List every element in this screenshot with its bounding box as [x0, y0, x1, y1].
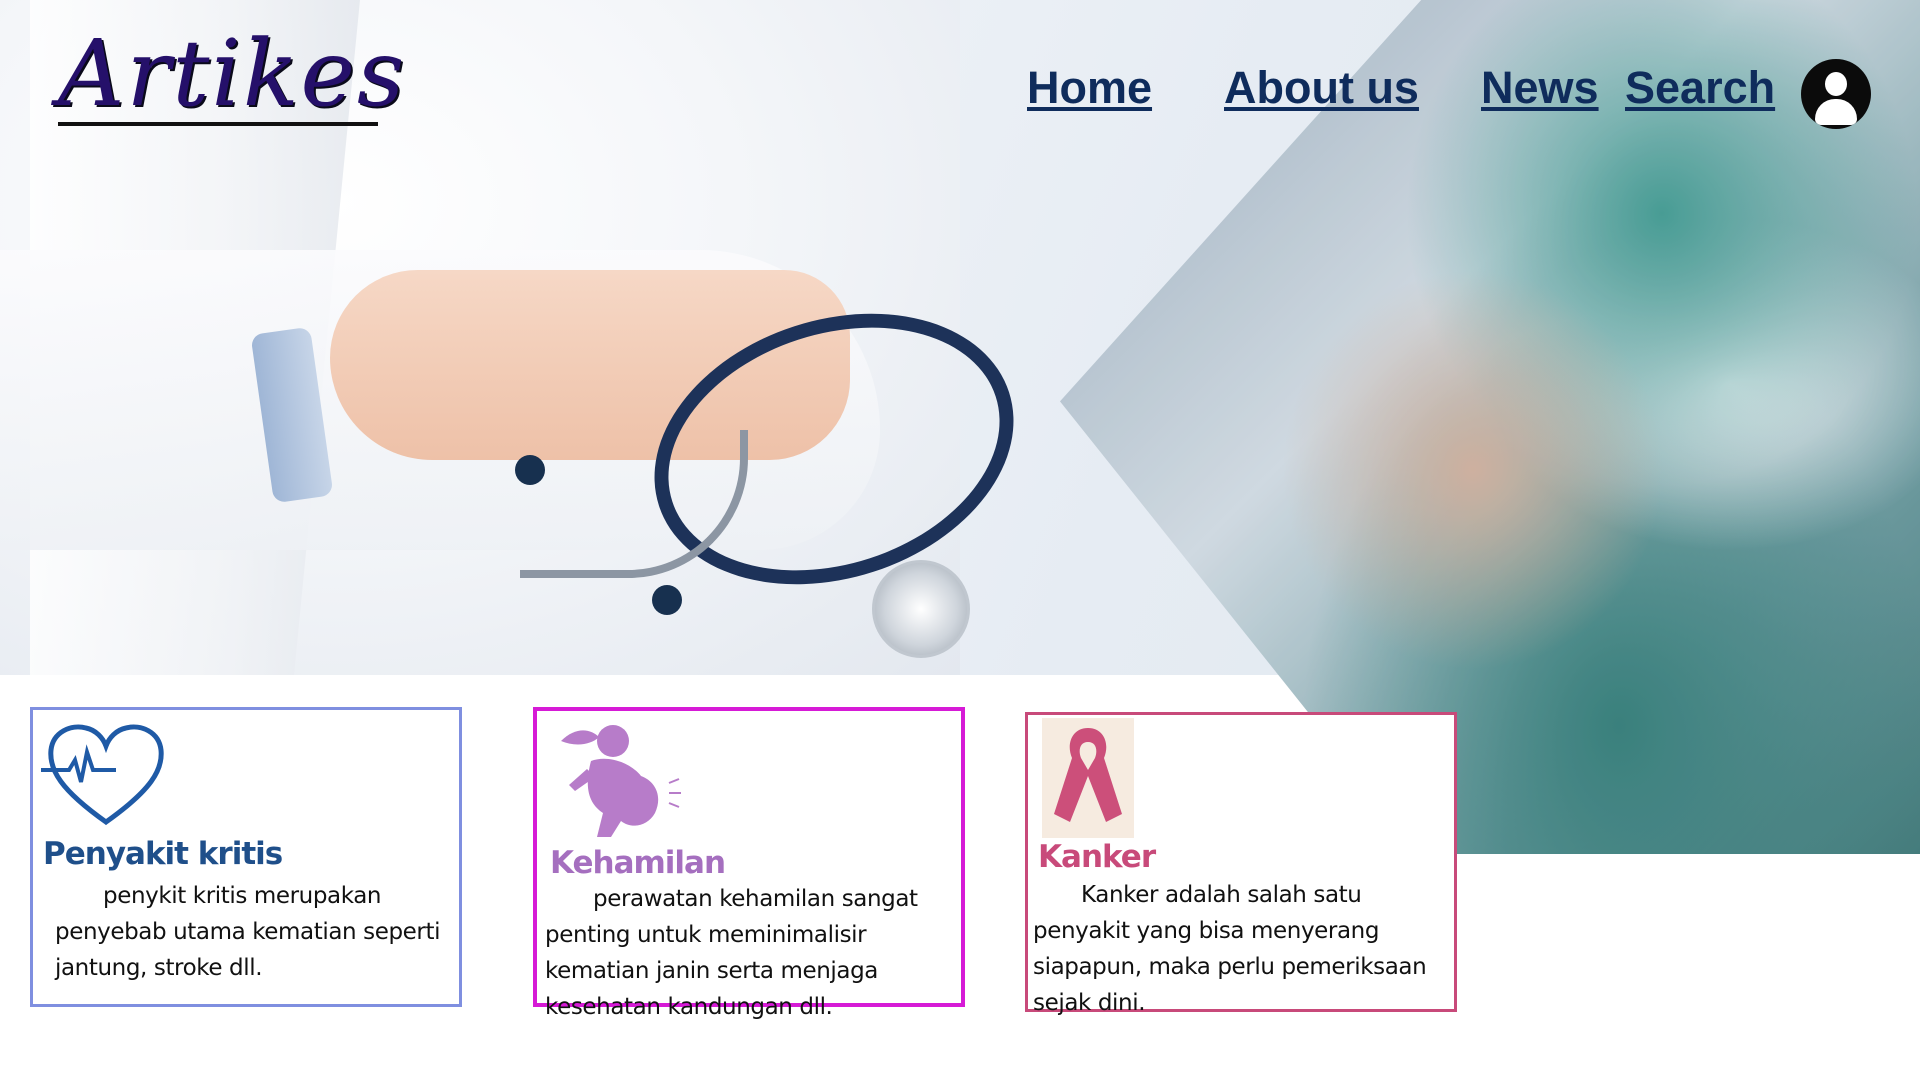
stethoscope-eartip: [652, 585, 682, 615]
logo-underline: [58, 122, 378, 126]
stethoscope-chestpiece: [872, 560, 970, 658]
heart-pulse-icon: [41, 724, 164, 826]
card-text: Kanker adalah salah satu penyakit yang b…: [1033, 877, 1453, 1021]
card-title: Kehamilan: [550, 845, 726, 881]
awareness-ribbon-icon: [1042, 718, 1134, 838]
card-text: penykit kritis merupakan penyebab utama …: [55, 878, 455, 986]
card-title: Kanker: [1038, 839, 1156, 875]
nav-search-link[interactable]: Search: [1625, 62, 1775, 114]
nav-news-link[interactable]: News: [1481, 62, 1599, 114]
card-text-content: Kanker adalah salah satu penyakit yang b…: [1033, 882, 1427, 1016]
pregnant-woman-icon: [561, 725, 681, 837]
card-title: Penyakit kritis: [43, 836, 283, 872]
card-penyakit-kritis[interactable]: Penyakit kritis penykit kritis merupakan…: [30, 707, 462, 1007]
nav-about-link[interactable]: About us: [1224, 62, 1419, 114]
nav-home-link[interactable]: Home: [1027, 62, 1152, 114]
card-kanker[interactable]: Kanker Kanker adalah salah satu penyakit…: [1025, 712, 1457, 1016]
site-logo[interactable]: Artikes: [58, 28, 406, 120]
user-circle-icon[interactable]: [1801, 59, 1871, 129]
card-kehamilan[interactable]: Kehamilan perawatan kehamilan sangat pen…: [533, 707, 965, 1020]
avatar-head: [1825, 72, 1847, 96]
card-text-content: perawatan kehamilan sangat penting untuk…: [545, 886, 918, 1020]
card-text-content: penykit kritis merupakan penyebab utama …: [55, 883, 441, 981]
avatar-body: [1815, 99, 1857, 125]
stethoscope-eartip: [515, 455, 545, 485]
card-text: perawatan kehamilan sangat penting untuk…: [545, 881, 965, 1025]
